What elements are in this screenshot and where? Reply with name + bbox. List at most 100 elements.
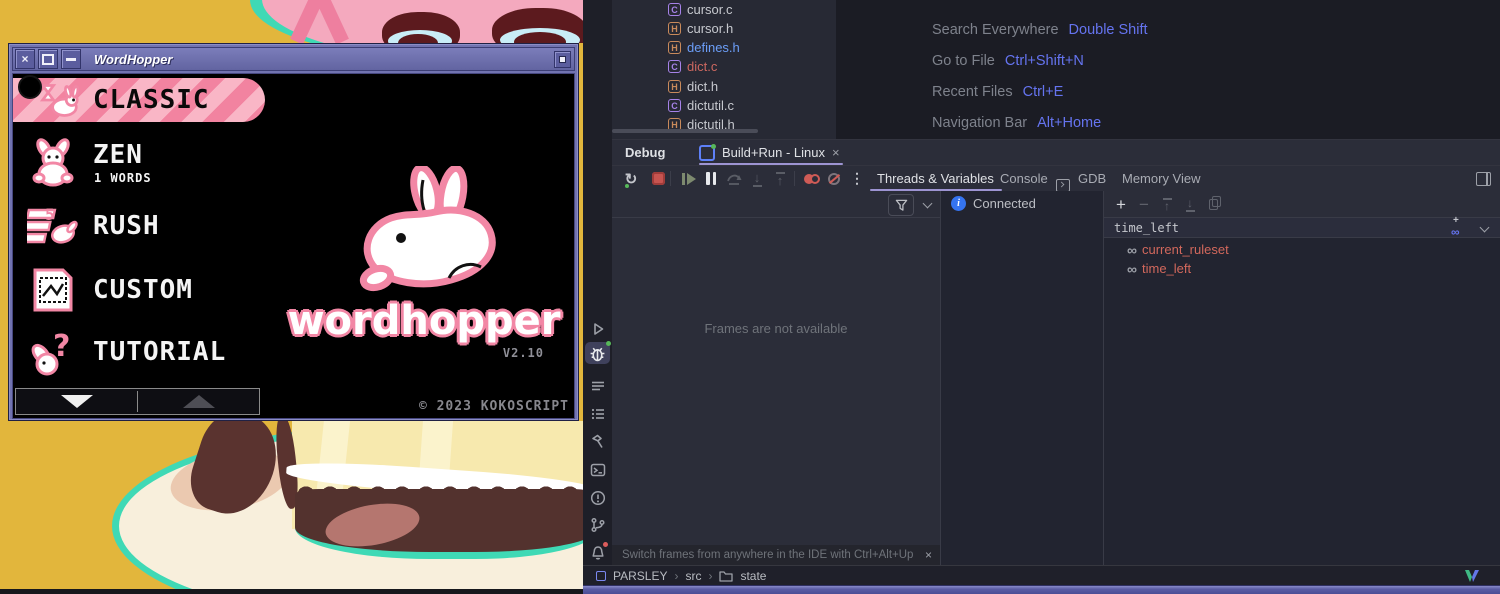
build-tool-icon[interactable] [587, 431, 608, 452]
breadcrumb-separator: › [708, 569, 712, 583]
pause-icon [706, 172, 710, 185]
svg-text:5: 5 [45, 205, 55, 224]
filter-funnel-icon [895, 199, 908, 212]
debug-tool-button[interactable] [585, 342, 610, 364]
step-into-button[interactable]: ↓ [748, 166, 766, 191]
tree-file-row[interactable]: Hdefines.h [612, 38, 836, 57]
restore-button[interactable] [38, 49, 58, 69]
breadcrumb-project[interactable]: PARSLEY [613, 569, 667, 583]
tree-file-row[interactable]: Cdict.c [612, 57, 836, 76]
shortcut-keys: Ctrl+Shift+N [1005, 53, 1084, 69]
view-breakpoints-button[interactable] [825, 166, 843, 191]
watch-row[interactable]: ∞ time_left [1104, 259, 1500, 278]
pin-button[interactable] [554, 51, 571, 68]
move-watch-down-button[interactable]: ↓ [1181, 191, 1199, 217]
stop-button[interactable] [649, 166, 667, 191]
filter-button[interactable] [888, 194, 914, 216]
run-tool-icon[interactable] [587, 318, 608, 339]
menu-label: RUSH [93, 211, 160, 241]
window-titlebar[interactable]: × WordHopper [12, 47, 575, 71]
rerun-button[interactable]: ↻ [622, 166, 640, 191]
watch-expression-input[interactable]: time_left +∞ [1104, 217, 1500, 238]
classic-bunny-icon [35, 80, 83, 120]
tab-gdb[interactable]: GDB [1078, 166, 1106, 191]
watch-row[interactable]: ∞ current_ruleset [1104, 240, 1500, 259]
c-file-icon: C [668, 99, 681, 112]
debug-toolbar: ↻ ↓ ↑ ⋮ Threads & Variables Console GDB … [612, 165, 1500, 191]
mute-breakpoints-button[interactable] [801, 166, 823, 191]
svg-text:?: ? [53, 329, 70, 364]
more-actions-button[interactable]: ⋮ [848, 166, 866, 191]
pin-icon [559, 56, 566, 63]
menu-item-custom[interactable]: CUSTOM [13, 264, 193, 316]
tree-horizontal-scrollbar[interactable] [612, 129, 758, 133]
shortcut-row: Recent FilesCtrl+E [932, 83, 1063, 100]
rerun-run-dot [625, 184, 629, 188]
more-icon: ⋮ [850, 170, 864, 187]
watch-input-value: time_left [1114, 218, 1179, 238]
file-name: dict.c [687, 59, 717, 74]
debug-bug-icon [589, 345, 606, 362]
wallpaper-art-bottom [0, 421, 583, 594]
v-logo-icon[interactable] [1464, 569, 1480, 583]
step-out-button[interactable]: ↑ [771, 166, 789, 191]
chevron-down-icon[interactable] [923, 199, 933, 209]
copyright-label: © 2023 KOKOSCRIPT [419, 399, 569, 414]
chevron-down-icon[interactable] [1480, 223, 1490, 233]
pause-button[interactable] [702, 166, 720, 191]
tab-threads-variables[interactable]: Threads & Variables [877, 166, 994, 191]
dismiss-hint-icon[interactable]: × [925, 549, 932, 561]
minimize-button[interactable] [61, 49, 81, 69]
breadcrumb-state[interactable]: state [740, 569, 766, 583]
breadcrumb-src[interactable]: src [685, 569, 701, 583]
file-name: dictutil.c [687, 98, 734, 113]
toolbar-separator [670, 171, 671, 186]
copy-watch-button[interactable] [1204, 191, 1222, 217]
problems-tool-icon[interactable] [587, 487, 608, 508]
resume-button[interactable] [678, 166, 700, 191]
tree-file-row[interactable]: Hdict.h [612, 77, 836, 96]
debug-session-tab[interactable]: Build+Run - Linux × [699, 140, 840, 165]
layout-icon [1476, 172, 1491, 186]
menu-item-zen[interactable]: ZEN 1 WORDS [13, 136, 152, 188]
watch-icon: ∞ [1127, 243, 1137, 257]
info-icon: i [951, 196, 966, 211]
notifications-bell-icon[interactable] [587, 542, 608, 563]
remove-watch-button[interactable]: − [1135, 191, 1153, 217]
tree-file-row[interactable]: Hcursor.h [612, 19, 836, 38]
close-button[interactable]: × [15, 49, 35, 69]
move-watch-up-button[interactable]: ↑ [1158, 191, 1176, 217]
menu-item-classic[interactable]: CLASSIC [13, 78, 265, 122]
add-to-watches-icon[interactable]: +∞ [1450, 216, 1468, 238]
menu-item-tutorial[interactable]: ? TUTORIAL [13, 326, 226, 378]
tab-console[interactable]: Console [1000, 166, 1048, 191]
tree-file-row[interactable]: Ccursor.c [612, 0, 836, 19]
menu-item-rush[interactable]: 5 RUSH [13, 200, 160, 252]
shortcut-label: Recent Files [932, 84, 1013, 100]
scroll-up-button[interactable] [138, 389, 259, 414]
step-over-button[interactable] [725, 166, 743, 191]
tab-memory-view[interactable]: Memory View [1122, 166, 1201, 191]
todo-list-tool-icon[interactable] [587, 403, 608, 424]
pause-icon [713, 172, 717, 185]
layout-settings-button[interactable] [1474, 166, 1492, 191]
close-tab-icon[interactable]: × [832, 146, 840, 159]
debug-active-dot [606, 341, 611, 346]
git-tool-icon[interactable] [587, 514, 608, 535]
wordhopper-logo-bunny [331, 166, 516, 296]
structure-tool-icon[interactable] [587, 375, 608, 396]
scroll-down-button[interactable] [16, 389, 137, 414]
shortcut-label: Navigation Bar [932, 115, 1027, 131]
move-down-bar [1186, 210, 1195, 212]
tool-window-stripe [583, 0, 613, 565]
wordhopper-wordmark: wordhopper [276, 298, 572, 346]
session-tab-label: Build+Run - Linux [722, 145, 825, 160]
add-watch-button[interactable]: + [1112, 191, 1130, 217]
shortcut-label: Go to File [932, 53, 995, 69]
terminal-tool-icon[interactable] [587, 459, 608, 480]
shortcut-keys: Alt+Home [1037, 115, 1101, 131]
frames-empty-message: Frames are not available [612, 321, 940, 336]
screen: × WordHopper [0, 0, 1500, 594]
custom-map-icon [27, 264, 79, 316]
tree-file-row[interactable]: Cdictutil.c [612, 96, 836, 115]
